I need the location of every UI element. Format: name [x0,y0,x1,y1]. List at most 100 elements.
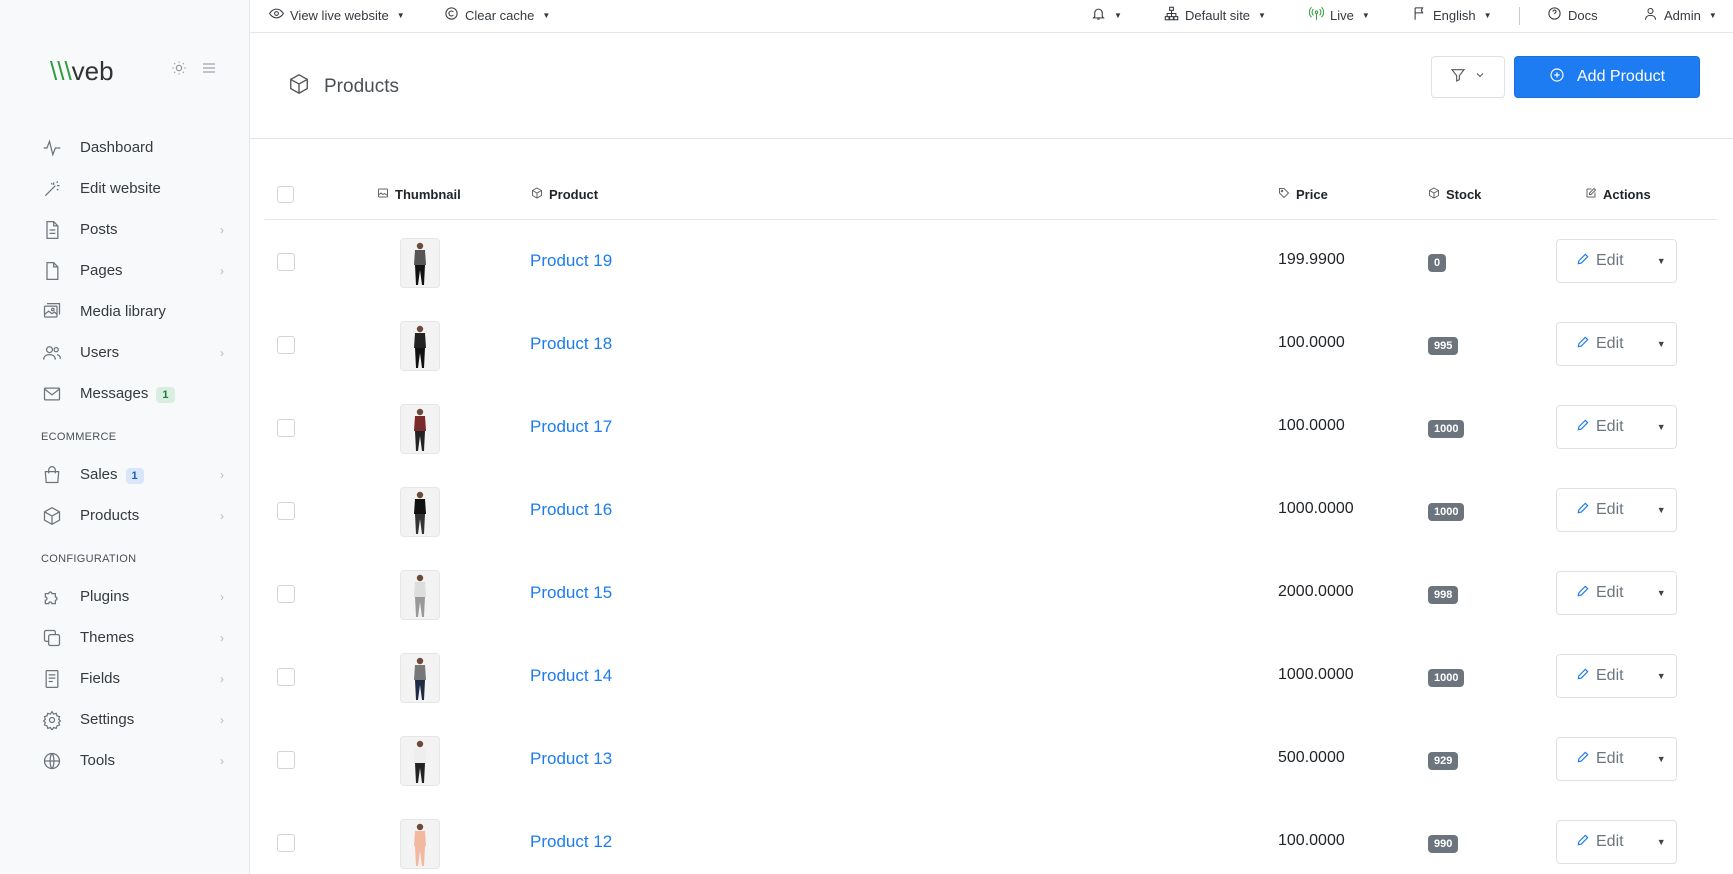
add-product-label: Add Product [1577,68,1666,85]
sidebar-item-label: Themes [80,629,135,646]
sidebar-item-settings[interactable]: Settings › [0,699,250,740]
edit-button[interactable]: Edit [1557,738,1646,780]
table-header: Thumbnail Product Price Stock Actions [265,175,1717,220]
product-thumbnail[interactable] [400,653,440,703]
row-checkbox[interactable] [277,419,295,437]
row-checkbox[interactable] [277,253,295,271]
edit-button[interactable]: Edit [1557,489,1646,531]
live-status-menu[interactable]: Live ▼ [1308,0,1370,30]
image-icon [377,187,389,202]
product-name-link[interactable]: Product 12 [530,832,612,852]
product-name-link[interactable]: Product 13 [530,749,612,769]
edit-button[interactable]: Edit [1557,240,1646,282]
edit-button[interactable]: Edit [1557,821,1646,863]
actions-dropdown-toggle[interactable]: ▼ [1646,671,1676,681]
product-name-link[interactable]: Product 15 [530,583,612,603]
sidebar-item-products[interactable]: Products › [0,495,250,536]
actions-dropdown-toggle[interactable]: ▼ [1646,339,1676,349]
column-stock[interactable]: Stock [1428,187,1481,202]
column-price[interactable]: Price [1278,187,1328,202]
sidebar-item-users[interactable]: Users › [0,332,250,373]
table-row: Product 16 1000.0000 1000 Edit ▼ [265,469,1717,552]
edit-square-icon [1585,187,1597,202]
actions-dropdown-toggle[interactable]: ▼ [1646,588,1676,598]
user-menu[interactable]: Admin ▼ [1643,0,1717,30]
product-name-link[interactable]: Product 16 [530,500,612,520]
magic-wand-icon [41,178,63,200]
edit-label: Edit [1596,667,1624,684]
row-checkbox[interactable] [277,668,295,686]
edit-label: Edit [1596,335,1624,352]
pencil-icon [1576,833,1590,852]
messages-label: Messages [80,384,149,402]
sidebar-item-themes[interactable]: Themes › [0,617,250,658]
product-thumbnail[interactable] [400,570,440,620]
product-thumbnail[interactable] [400,321,440,371]
product-name-link[interactable]: Product 19 [530,251,612,271]
column-product[interactable]: Product [531,187,598,202]
select-all-checkbox[interactable] [277,186,294,203]
product-name-link[interactable]: Product 14 [530,666,612,686]
row-checkbox[interactable] [277,751,295,769]
row-checkbox[interactable] [277,834,295,852]
filter-button[interactable] [1431,56,1505,98]
actions-dropdown-toggle[interactable]: ▼ [1646,505,1676,515]
sidebar-item-pages[interactable]: Pages › [0,250,250,291]
product-thumbnail[interactable] [400,404,440,454]
sidebar-item-plugins[interactable]: Plugins › [0,576,250,617]
sidebar-item-dashboard[interactable]: Dashboard [0,127,250,168]
notifications-menu[interactable]: ▼ [1091,0,1122,30]
theme-toggle-icon[interactable] [171,60,187,81]
actions-dropdown-toggle[interactable]: ▼ [1646,837,1676,847]
pencil-icon [1576,335,1590,354]
docs-link[interactable]: Docs [1547,0,1598,30]
caret-down-icon: ▼ [1114,10,1122,20]
column-thumbnail[interactable]: Thumbnail [377,187,461,202]
language-menu[interactable]: English ▼ [1412,0,1492,30]
edit-button[interactable]: Edit [1557,323,1646,365]
actions-dropdown-toggle[interactable]: ▼ [1646,754,1676,764]
sidebar-item-edit-website[interactable]: Edit website [0,168,250,209]
pencil-icon [1576,750,1590,769]
pencil-icon [1576,501,1590,520]
sidebar-item-fields[interactable]: Fields › [0,658,250,699]
product-name-link[interactable]: Product 17 [530,417,612,437]
sidebar-item-messages[interactable]: Messages 1 [0,373,250,414]
sidebar-item-media-library[interactable]: Media library [0,291,250,332]
product-thumbnail[interactable] [400,736,440,786]
edit-button[interactable]: Edit [1557,572,1646,614]
product-thumbnail[interactable] [400,238,440,288]
edit-button[interactable]: Edit [1557,406,1646,448]
sidebar-item-posts[interactable]: Posts › [0,209,250,250]
sidebar-item-sales[interactable]: Sales 1 › [0,454,250,495]
view-live-website-menu[interactable]: View live website ▼ [269,0,405,30]
product-name-link[interactable]: Product 18 [530,334,612,354]
edit-label: Edit [1596,252,1624,269]
clear-cache-menu[interactable]: Clear cache ▼ [444,0,550,30]
product-price: 500.0000 [1278,749,1345,766]
row-checkbox[interactable] [277,585,295,603]
edit-button[interactable]: Edit [1557,655,1646,697]
row-checkbox[interactable] [277,502,295,520]
product-thumbnail[interactable] [400,819,440,869]
logo[interactable]: \\\veb [50,56,114,87]
tag-icon [1278,187,1290,202]
site-selector[interactable]: Default site ▼ [1164,0,1266,30]
chevron-right-icon: › [220,753,224,768]
product-thumbnail[interactable] [400,487,440,537]
sidebar-item-tools[interactable]: Tools › [0,740,250,781]
activity-icon [41,137,63,159]
gear-icon [41,709,63,731]
actions-dropdown-toggle[interactable]: ▼ [1646,422,1676,432]
actions-dropdown-toggle[interactable]: ▼ [1646,256,1676,266]
edit-label: Edit [1596,833,1624,850]
row-actions: Edit ▼ [1556,239,1677,283]
sidebar-item-label: Sales 1 [80,466,220,484]
row-checkbox[interactable] [277,336,295,354]
caret-down-icon: ▼ [1708,10,1717,20]
menu-icon[interactable] [201,60,217,81]
add-product-button[interactable]: Add Product [1514,56,1701,98]
row-actions: Edit ▼ [1556,405,1677,449]
mail-icon [41,383,63,405]
edit-label: Edit [1596,584,1624,601]
